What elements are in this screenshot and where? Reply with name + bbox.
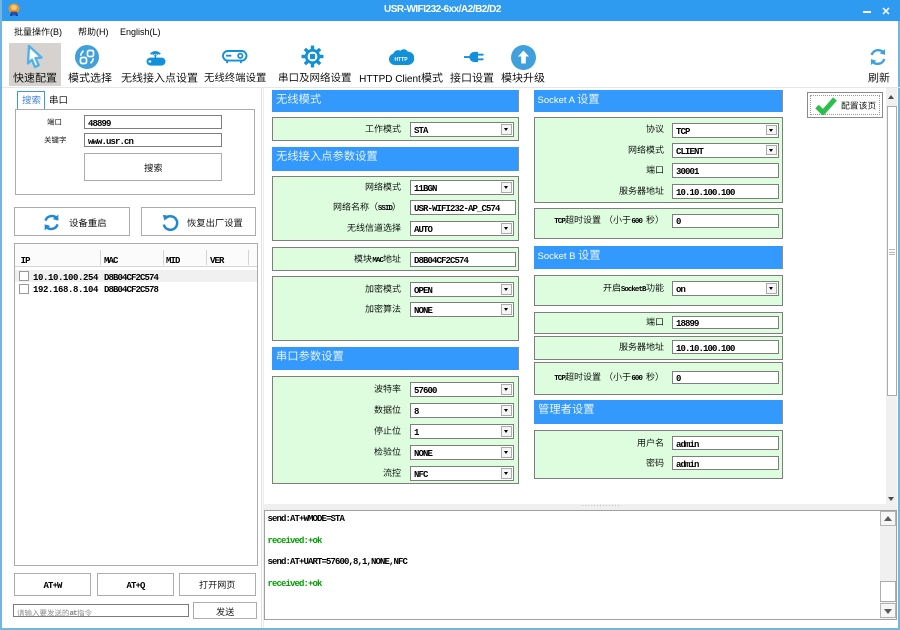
svg-text:HTTP: HTTP bbox=[394, 57, 408, 63]
